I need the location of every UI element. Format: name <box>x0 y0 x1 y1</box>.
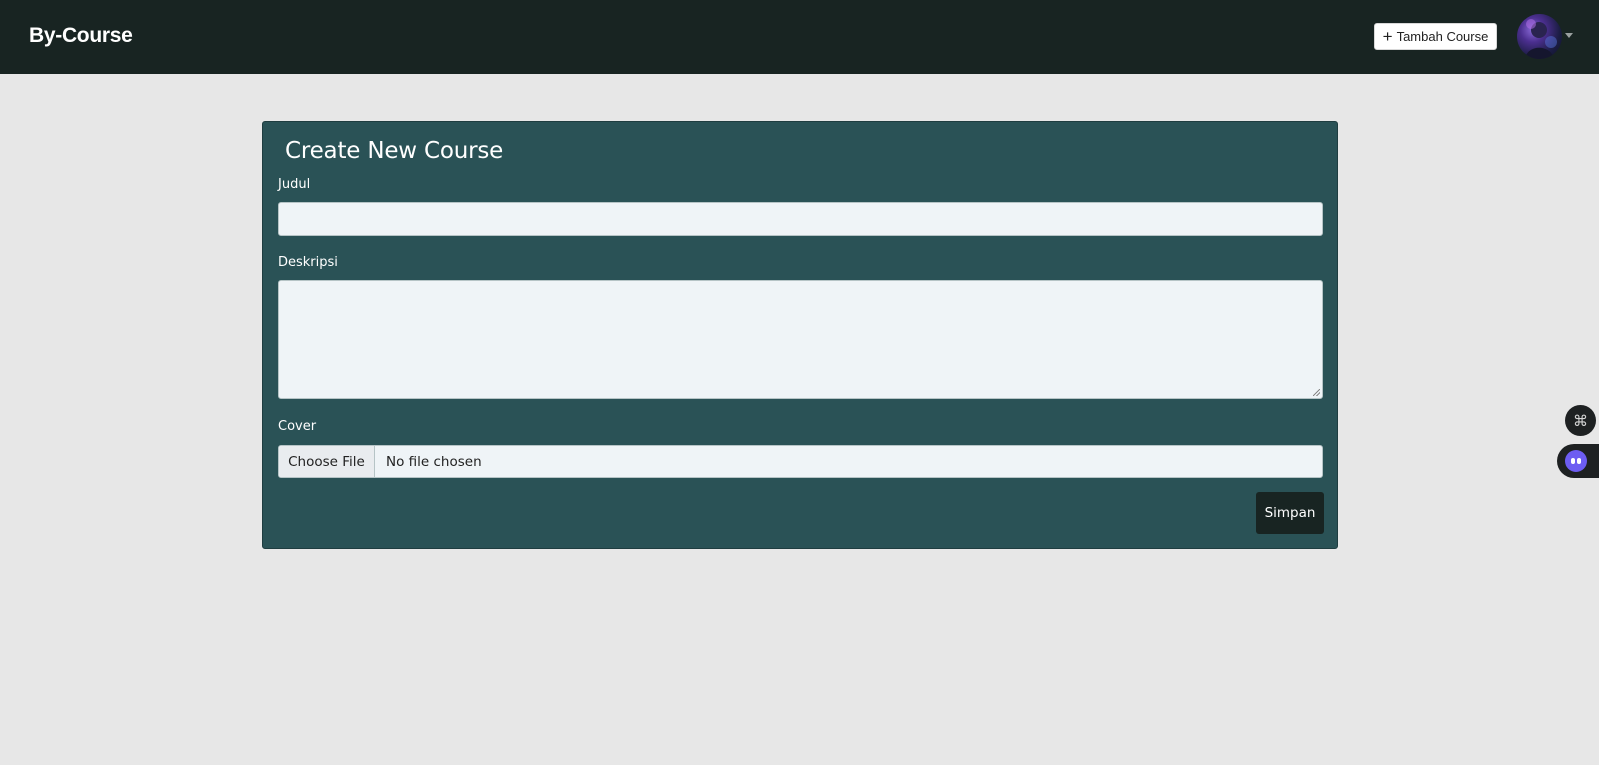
judul-label: Judul <box>278 177 311 192</box>
brand-logo[interactable]: By-Course <box>29 24 133 48</box>
cover-label: Cover <box>278 419 317 434</box>
resize-handle-icon[interactable] <box>1313 389 1320 396</box>
create-course-card: Create New Course Judul Deskripsi Cover … <box>262 121 1338 549</box>
add-course-button[interactable]: + Tambah Course <box>1374 23 1497 50</box>
file-status-text: No file chosen <box>386 453 482 470</box>
simpan-button[interactable]: Simpan <box>1256 492 1324 534</box>
choose-file-button[interactable]: Choose File <box>279 446 375 477</box>
judul-input[interactable] <box>278 202 1323 236</box>
page-title: Create New Course <box>285 138 504 164</box>
user-avatar[interactable] <box>1517 14 1562 59</box>
deskripsi-textarea[interactable] <box>278 280 1323 399</box>
chevron-down-icon[interactable] <box>1565 33 1573 38</box>
avatar-image <box>1525 19 1557 59</box>
assistant-widget-button[interactable] <box>1557 444 1599 478</box>
assistant-bot-icon <box>1565 450 1587 472</box>
add-course-label: Tambah Course <box>1396 29 1489 44</box>
navbar: By-Course + Tambah Course <box>0 0 1599 74</box>
command-icon[interactable]: ⌘ <box>1565 405 1596 436</box>
deskripsi-label: Deskripsi <box>278 255 338 270</box>
plus-icon: + <box>1382 26 1393 46</box>
cover-file-input[interactable]: Choose File No file chosen <box>278 445 1323 478</box>
